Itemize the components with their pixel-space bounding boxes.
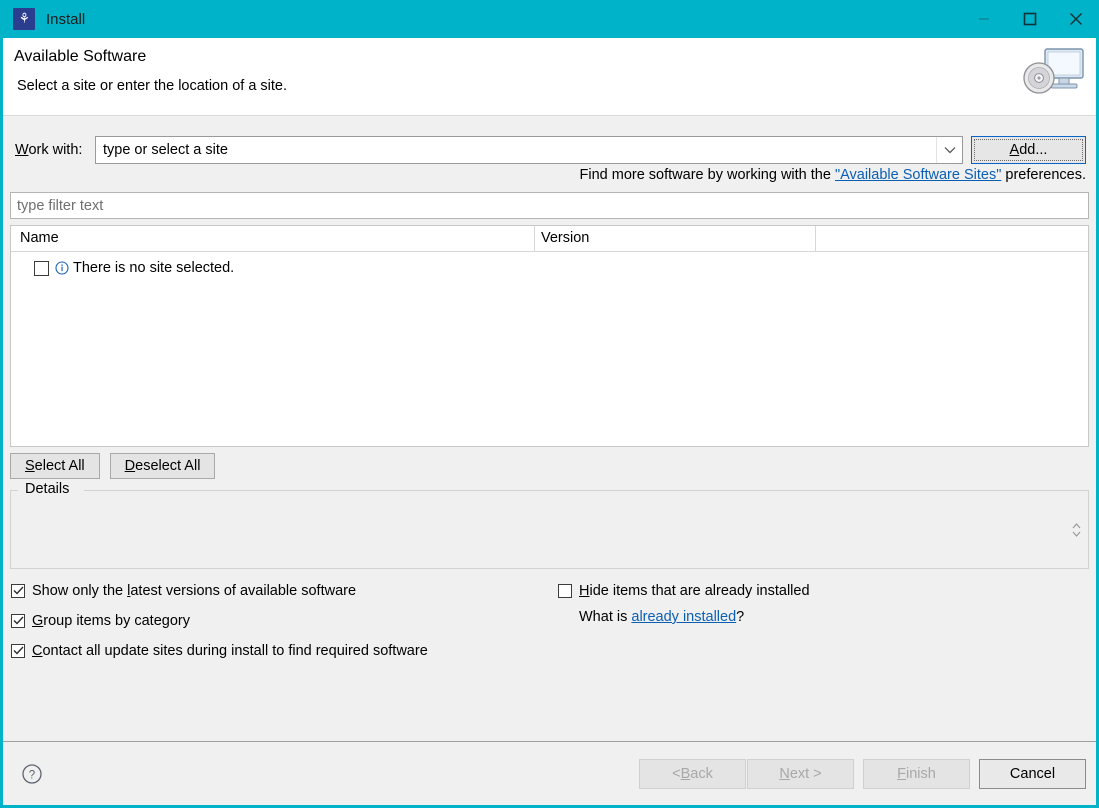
optr0-mnemonic: H bbox=[579, 582, 590, 599]
work-with-mnemonic: W bbox=[15, 142, 29, 158]
column-divider-2[interactable] bbox=[815, 226, 816, 251]
page-subtitle: Select a site or enter the location of a… bbox=[17, 78, 288, 94]
available-software-sites-link[interactable]: "Available Software Sites" bbox=[835, 167, 1001, 183]
add-button-rest: dd... bbox=[1019, 142, 1048, 158]
back-mnemonic: B bbox=[680, 765, 691, 782]
work-with-combo[interactable]: type or select a site bbox=[95, 136, 963, 164]
selection-buttons: Select All Deselect All bbox=[10, 453, 216, 479]
opt2-mnemonic: C bbox=[32, 642, 43, 659]
eclipse-icon-glyph: ⚘ bbox=[18, 11, 30, 27]
cancel-label: Cancel bbox=[1009, 765, 1056, 782]
optr0-post: ide items that are already installed bbox=[589, 582, 810, 599]
option-show-latest-versions[interactable]: Show only the latest versions of availab… bbox=[11, 579, 428, 602]
option-group-by-category[interactable]: Group items by category bbox=[11, 609, 428, 632]
find-more-prefix: Find more software by working with the bbox=[579, 167, 835, 183]
opt0-post: atest versions of available software bbox=[130, 582, 357, 599]
opt1-post: roup items by category bbox=[43, 612, 190, 629]
details-legend: Details bbox=[21, 481, 74, 497]
column-divider-1[interactable] bbox=[534, 226, 535, 251]
options-right-column: Hide items that are already installed Wh… bbox=[558, 579, 810, 625]
select-all-button[interactable]: Select All bbox=[10, 453, 100, 479]
window-controls bbox=[961, 0, 1099, 38]
info-icon bbox=[55, 261, 69, 275]
next-button[interactable]: Next > bbox=[747, 758, 854, 789]
opt1-mnemonic: G bbox=[32, 612, 44, 629]
what-is-already-installed-text: What is already installed? bbox=[579, 609, 810, 625]
work-with-combo-value: type or select a site bbox=[103, 142, 228, 158]
next-mnemonic: N bbox=[779, 765, 790, 782]
option-group-by-category-label: Group items by category bbox=[32, 613, 190, 629]
table-body: There is no site selected. bbox=[11, 256, 1088, 280]
title-bar: ⚘ Install bbox=[0, 0, 1099, 38]
window-title: Install bbox=[46, 10, 86, 28]
what-is-suffix: ? bbox=[736, 609, 745, 625]
column-header-name[interactable]: Name bbox=[20, 230, 59, 246]
wizard-navigation-buttons: < Back Next > Finish Cancel bbox=[639, 758, 1086, 789]
select-all-rest: elect All bbox=[34, 458, 85, 474]
eclipse-install-icon: ⚘ bbox=[13, 8, 35, 30]
add-button-mnemonic: A bbox=[1009, 142, 1020, 158]
checkbox-contact-all-update-sites[interactable] bbox=[11, 643, 25, 658]
dialog-button-bar: ? < Back Next > Finish Cancel bbox=[3, 741, 1096, 805]
opt0-pre: Show only the bbox=[32, 582, 128, 599]
add-site-button-label: Add... bbox=[1010, 142, 1048, 158]
already-installed-link[interactable]: already installed bbox=[631, 609, 736, 625]
option-hide-installed[interactable]: Hide items that are already installed bbox=[558, 579, 810, 602]
back-pre: < bbox=[672, 765, 681, 782]
install-dialog-window: ⚘ Install Available Software Select a si… bbox=[0, 0, 1099, 808]
find-more-software-text: Find more software by working with the "… bbox=[580, 167, 1087, 183]
options-left-column: Show only the latest versions of availab… bbox=[11, 579, 428, 669]
row-checkbox[interactable] bbox=[34, 260, 49, 276]
monitor-with-disc-icon bbox=[1019, 44, 1087, 108]
option-hide-installed-label: Hide items that are already installed bbox=[579, 583, 810, 599]
find-more-suffix: preferences. bbox=[1001, 167, 1086, 183]
table-header: Name Version bbox=[11, 226, 1088, 252]
deselect-all-rest: eselect All bbox=[135, 458, 201, 474]
close-button[interactable] bbox=[1053, 0, 1099, 38]
table-row[interactable]: There is no site selected. bbox=[11, 256, 1088, 280]
maximize-button[interactable] bbox=[1007, 0, 1053, 38]
page-title: Available Software bbox=[14, 48, 147, 65]
filter-input[interactable]: type filter text bbox=[10, 192, 1089, 219]
details-group: Details bbox=[10, 481, 1089, 569]
checkbox-hide-installed[interactable] bbox=[558, 583, 572, 598]
work-with-row: Work with: type or select a site Add... bbox=[3, 135, 1096, 165]
back-button[interactable]: < Back bbox=[639, 758, 746, 789]
opt2-post: ontact all update sites during install t… bbox=[42, 642, 428, 659]
option-contact-all-update-sites[interactable]: Contact all update sites during install … bbox=[11, 639, 428, 662]
details-frame bbox=[10, 490, 1089, 569]
checkbox-group-by-category[interactable] bbox=[11, 613, 25, 628]
filter-input-placeholder: type filter text bbox=[17, 197, 104, 214]
column-header-version[interactable]: Version bbox=[541, 230, 589, 246]
finish-post: inish bbox=[906, 765, 936, 782]
what-is-prefix: What is bbox=[579, 609, 632, 625]
wizard-banner: Available Software Select a site or ente… bbox=[3, 38, 1096, 116]
checkbox-show-latest-versions[interactable] bbox=[11, 583, 25, 598]
work-with-label-rest: ork with: bbox=[28, 142, 83, 158]
up-down-spinner-icon[interactable] bbox=[1069, 518, 1084, 542]
help-question-icon[interactable]: ? bbox=[21, 763, 43, 785]
option-contact-all-update-sites-label: Contact all update sites during install … bbox=[32, 643, 428, 659]
option-show-latest-versions-label: Show only the latest versions of availab… bbox=[32, 583, 356, 599]
chevron-down-icon[interactable] bbox=[936, 137, 962, 163]
finish-mnemonic: F bbox=[897, 765, 907, 782]
minimize-button[interactable] bbox=[961, 0, 1007, 38]
select-all-mnemonic: S bbox=[25, 458, 35, 474]
deselect-all-button[interactable]: Deselect All bbox=[109, 453, 216, 479]
svg-text:?: ? bbox=[29, 769, 35, 781]
next-post: ext > bbox=[789, 765, 822, 782]
finish-button[interactable]: Finish bbox=[863, 758, 970, 789]
work-with-label: Work with: bbox=[15, 142, 95, 158]
deselect-all-mnemonic: D bbox=[124, 458, 136, 474]
row-name-cell: There is no site selected. bbox=[73, 260, 235, 276]
cancel-button[interactable]: Cancel bbox=[979, 758, 1086, 789]
back-post: ack bbox=[690, 765, 713, 782]
dialog-body: Available Software Select a site or ente… bbox=[3, 38, 1096, 805]
available-software-table[interactable]: Name Version There is no site selected. bbox=[10, 225, 1089, 447]
add-site-button[interactable]: Add... bbox=[971, 136, 1086, 164]
page-content: Work with: type or select a site Add... … bbox=[3, 116, 1096, 741]
